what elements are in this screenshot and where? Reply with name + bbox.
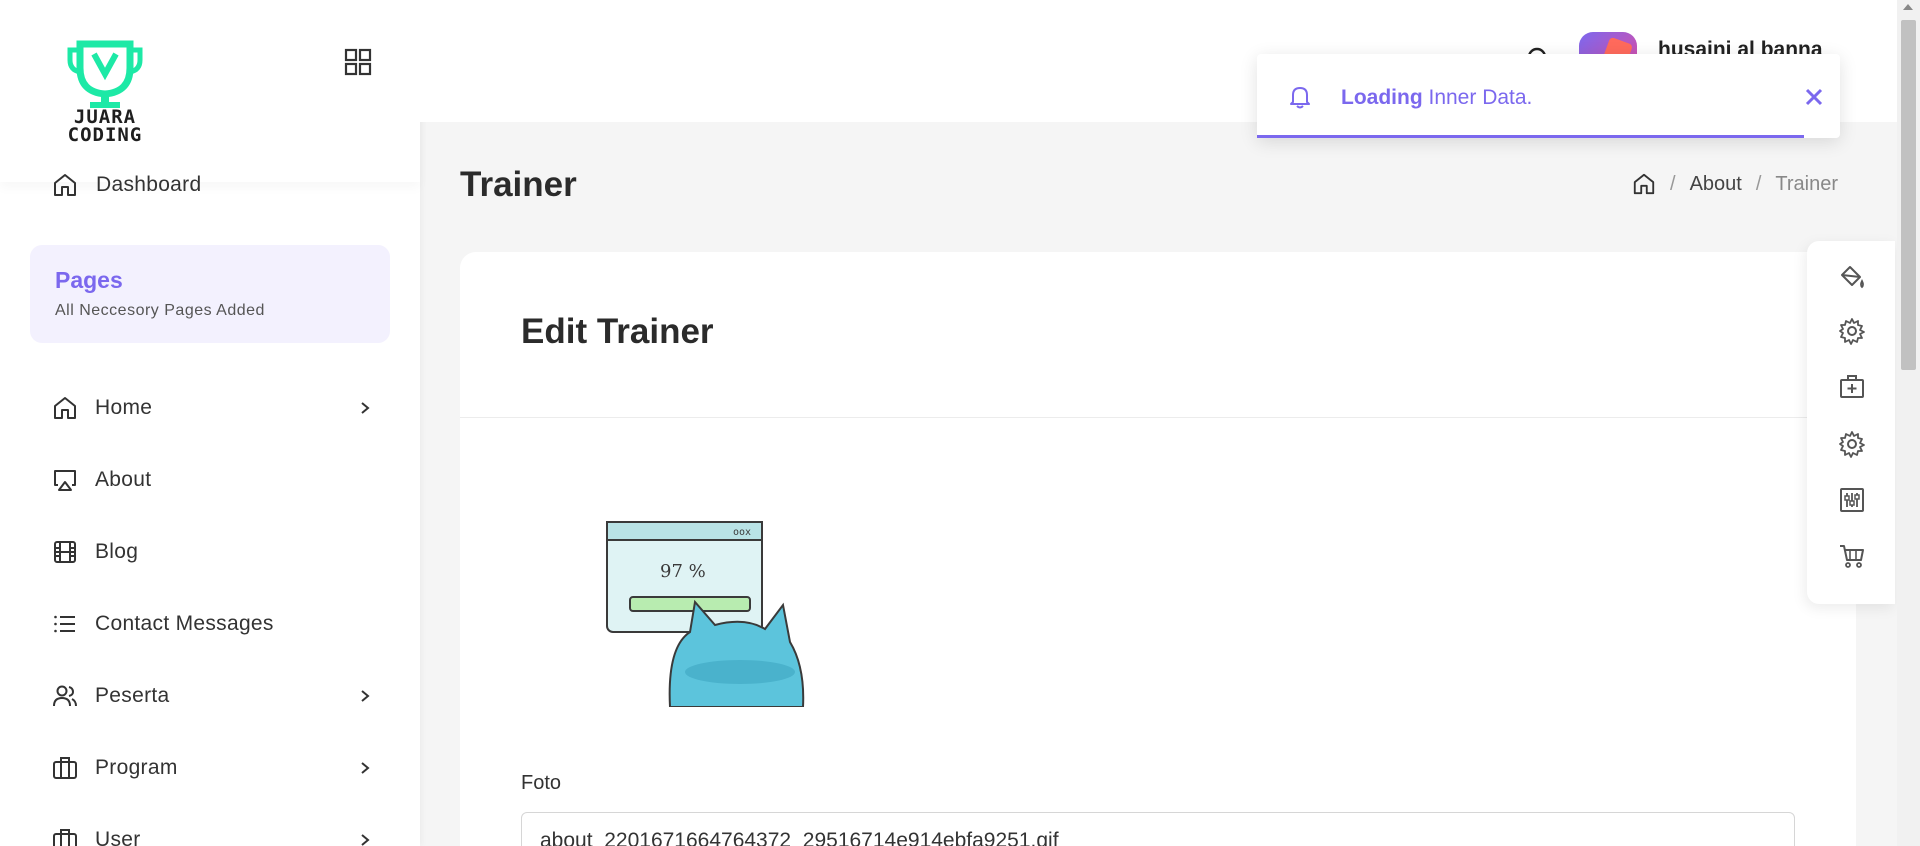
sidebar: JUARA CODING Dashboard Pages All Necceso… [0,0,420,846]
logo-area: JUARA CODING [0,0,420,182]
list-icon [52,611,78,637]
home-icon [1633,173,1655,195]
users-icon [52,683,78,709]
home-icon [52,395,78,421]
sidebar-item-label: Blog [95,540,139,563]
shop-button[interactable] [1838,542,1866,570]
foto-input[interactable] [521,812,1795,846]
toast-message-text: Inner Data. [1422,86,1533,109]
sidebar-item-label: User [95,828,141,846]
scrollbar-thumb[interactable] [1901,20,1916,370]
sidebar-item-label: Home [95,396,153,419]
sidebar-item-label: About [95,468,152,491]
logo-text: JUARA CODING [50,108,160,146]
page-scrollbar[interactable] [1897,0,1920,846]
chevron-right-icon [361,402,370,414]
logo-text-line2: CODING [67,124,143,146]
pages-card-title: Pages [55,267,123,293]
scroll-up-arrow-icon[interactable] [1903,4,1913,10]
breadcrumb-separator: / [1755,172,1762,195]
foto-label: Foto [521,772,562,794]
sidebar-item-about[interactable]: About [52,444,372,516]
sidebar-item-dashboard[interactable]: Dashboard [52,172,201,198]
toast-close-button[interactable] [1803,86,1825,108]
sidebar-item-label: Program [95,756,178,779]
toast-progress-bar [1257,135,1804,138]
sidebar-item-user[interactable]: User [52,804,372,846]
sidebar-item-label: Peserta [95,684,170,707]
sliders-icon [1840,488,1864,512]
pages-card-subtitle: All Neccesory Pages Added [55,302,265,319]
briefcase-icon [52,755,78,781]
bell-icon [1287,84,1313,110]
adjustments-button[interactable] [1838,486,1866,514]
gear-icon [1839,431,1865,458]
film-icon [52,539,78,565]
edit-trainer-card: Edit Trainer oox 97 % Foto [460,252,1856,846]
chevron-right-icon [361,762,370,774]
card-divider [460,417,1856,418]
settings-toolbar [1807,241,1895,604]
sidebar-nav: Home About Blog Contact Messages Peserta… [52,372,372,846]
settings-button[interactable] [1838,317,1866,345]
briefcase-icon [52,827,78,846]
sidebar-item-peserta[interactable]: Peserta [52,660,372,732]
paint-bucket-icon [1841,266,1864,289]
breadcrumb-separator: / [1670,172,1676,195]
breadcrumb-home-link[interactable] [1632,172,1656,196]
gear-icon [1839,318,1865,345]
toast-message-strong: Loading [1341,86,1423,109]
breadcrumb-about-link[interactable]: About [1690,173,1742,196]
progress-percent-text: 97 % [660,561,706,582]
trophy-icon [67,40,143,108]
sidebar-item-blog[interactable]: Blog [52,516,372,588]
grid-menu-button[interactable] [343,47,373,77]
cart-icon [1840,545,1864,568]
page-title: Trainer [460,165,577,204]
breadcrumb: / About / Trainer [1632,172,1838,196]
sidebar-item-label: Contact Messages [95,612,274,635]
card-title: Edit Trainer [521,312,714,351]
toast-notification: Loading Inner Data. [1257,54,1840,138]
sidebar-item-contact-messages[interactable]: Contact Messages [52,588,372,660]
sidebar-item-program[interactable]: Program [52,732,372,804]
airplay-icon [52,467,78,493]
theme-button[interactable] [1838,263,1866,291]
grid-icon [344,48,372,76]
settings-button-2[interactable] [1838,430,1866,458]
breadcrumb-current: Trainer [1775,172,1838,195]
pages-card: Pages All Neccesory Pages Added [30,245,390,343]
close-icon [1805,88,1823,106]
trainer-photo-preview: oox 97 % [595,517,820,707]
chevron-right-icon [361,834,370,846]
medical-box-button[interactable] [1838,372,1866,400]
chevron-right-icon [361,690,370,702]
svg-text:oox: oox [733,527,751,538]
toast-message: Loading Inner Data. [1341,86,1532,110]
sidebar-item-home[interactable]: Home [52,372,372,444]
sidebar-item-label: Dashboard [96,173,202,196]
medical-box-icon [1840,375,1864,398]
home-icon [54,174,76,196]
